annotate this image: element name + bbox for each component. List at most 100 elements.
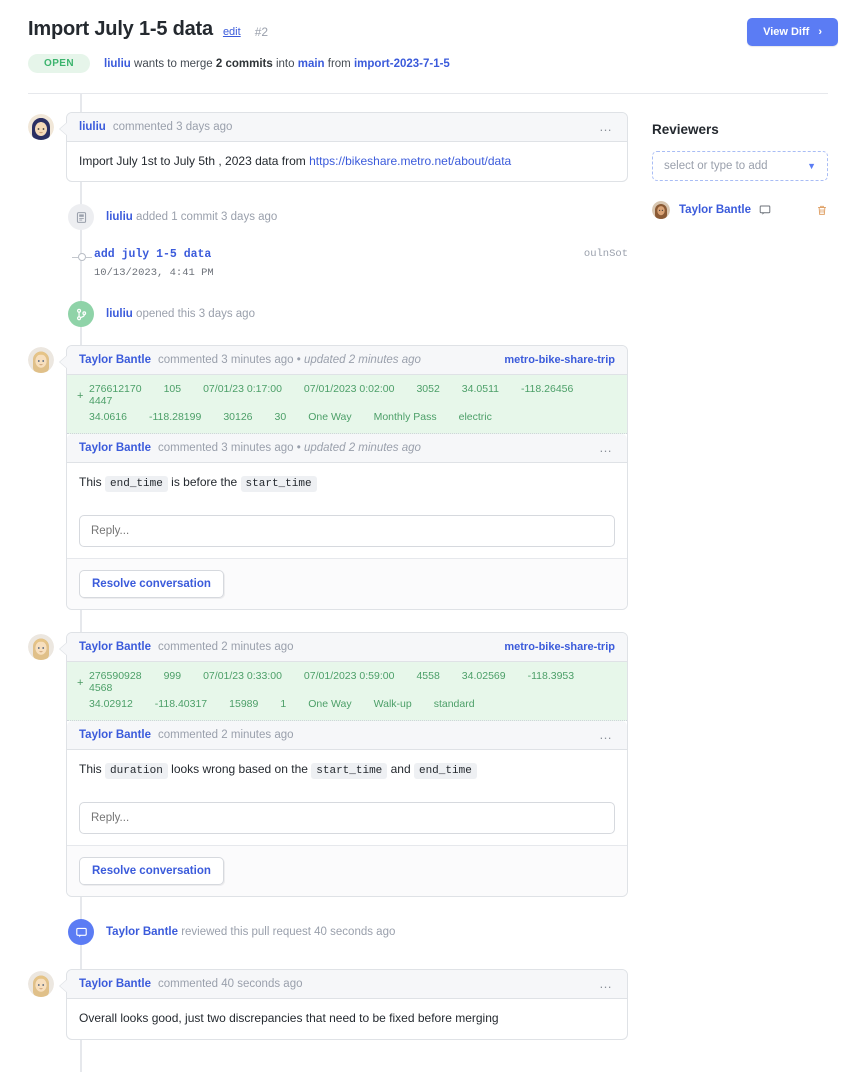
resolve-conversation-button[interactable]: Resolve conversation (79, 857, 224, 886)
diff-cell: -118.26456 (520, 383, 574, 396)
review-comment-timestamp-text: commented 2 minutes ago (158, 729, 294, 742)
commit-icon (68, 204, 94, 231)
reply-zone (67, 504, 627, 560)
event-row-reviewed: Taylor Bantle reviewed this pull request… (28, 919, 628, 946)
avatar (652, 201, 670, 219)
reply-input[interactable] (79, 802, 615, 835)
head-branch-link[interactable]: import-2023-7-1-5 (354, 58, 450, 70)
comment-bubble-icon[interactable] (759, 204, 771, 216)
review-comment-menu-button[interactable]: … (597, 441, 615, 454)
diff-cell: -118.28199 (148, 411, 202, 424)
diff-cell: 07/01/2023 0:59:00 (303, 670, 395, 683)
diff-cell: 4558 (416, 670, 440, 683)
diff-sign: + (77, 390, 84, 403)
diff-cell: electric (458, 411, 492, 424)
event-description: reviewed this pull request 40 seconds ag… (181, 926, 396, 939)
comment-header: Taylor Bantle commented 40 seconds ago … (67, 970, 627, 1000)
diff-line: 34.02912 -118.40317 15989 1 One Way Walk… (89, 696, 617, 712)
delete-reviewer-icon[interactable] (816, 204, 828, 217)
diff-cell: 34.02569 (461, 670, 506, 683)
review-thread: Taylor Bantle commented 3 minutes ago • … (28, 345, 628, 611)
edit-title-link[interactable]: edit (223, 26, 241, 38)
comment-header: liuliu commented 3 days ago … (67, 113, 627, 142)
merge-summary: liuliu wants to merge 2 commits into mai… (104, 58, 450, 70)
review-comment-timestamp: commented 3 minutes ago • updated 2 minu… (158, 442, 421, 454)
page-title: Import July 1-5 data (28, 18, 213, 40)
chevron-right-icon: › (818, 26, 822, 38)
base-branch-link[interactable]: main (298, 58, 325, 70)
review-comment-body: This end_time is before the start_time (67, 463, 627, 504)
review-comment-author[interactable]: Taylor Bantle (79, 729, 151, 741)
resolve-zone: Resolve conversation (67, 846, 627, 897)
review-timestamp: commented 3 minutes ago • updated 2 minu… (158, 354, 421, 366)
resolve-conversation-button[interactable]: Resolve conversation (79, 570, 224, 599)
event-description: added 1 commit 3 days ago (136, 211, 278, 224)
merge-commit-count: 2 commits (215, 57, 273, 70)
reviewer-name[interactable]: Taylor Bantle (679, 204, 751, 216)
branch-icon (68, 301, 94, 328)
event-row-commit: liuliu added 1 commit 3 days ago (28, 204, 628, 231)
review-comment-author[interactable]: Taylor Bantle (79, 442, 151, 454)
comment-link[interactable]: https://bikeshare.metro.net/about/data (309, 154, 511, 168)
merge-author[interactable]: liuliu (104, 58, 131, 70)
diff-cell: 30126 (223, 411, 253, 424)
reply-input[interactable] (79, 515, 615, 548)
commit-entry: add july 1-5 data 10/13/2023, 4:41 PM ou… (28, 248, 628, 279)
diff-cell: 07/01/23 0:17:00 (203, 383, 282, 396)
comment-card: Taylor Bantle commented 40 seconds ago …… (59, 969, 628, 1040)
diff-cell: 999 (163, 670, 182, 683)
event-text: liuliu opened this 3 days ago (106, 308, 255, 320)
view-diff-button[interactable]: View Diff › (747, 18, 838, 46)
diff-cell: 34.0616 (89, 411, 127, 424)
review-timestamp-text: commented 2 minutes ago (158, 641, 294, 654)
diff-filename-link[interactable]: metro-bike-share-trip (504, 641, 615, 653)
commit-message[interactable]: add july 1-5 data (94, 248, 214, 261)
comment-author[interactable]: liuliu (79, 121, 106, 133)
diff-cell: 4447 (89, 395, 113, 408)
comment-block: Taylor Bantle commented 40 seconds ago …… (28, 969, 628, 1040)
comment-author[interactable]: Taylor Bantle (79, 978, 151, 990)
comment-timestamp: commented 3 days ago (112, 121, 233, 133)
reply-zone (67, 791, 627, 847)
commit-main: add july 1-5 data 10/13/2023, 4:41 PM ou… (94, 248, 628, 279)
event-text: liuliu added 1 commit 3 days ago (106, 211, 277, 223)
comment-body: Import July 1st to July 5th , 2023 data … (67, 142, 627, 181)
review-thread: Taylor Bantle commented 2 minutes ago me… (28, 632, 628, 898)
review-comment-updated-text: updated 2 minutes ago (303, 442, 421, 455)
commit-sha[interactable]: oulnSot (584, 248, 628, 260)
add-reviewer-placeholder: select or type to add (664, 160, 768, 172)
review-comment-menu-button[interactable]: … (597, 728, 615, 741)
diff-sign: + (77, 677, 84, 690)
add-reviewer-select[interactable]: select or type to add ▼ (652, 151, 828, 181)
review-comment-header: Taylor Bantle commented 3 minutes ago • … (67, 434, 627, 464)
pr-meta-row: OPEN liuliu wants to merge 2 commits int… (28, 54, 828, 73)
diff-hunk: + 276590928 999 07/01/23 0:33:00 07/01/2… (67, 662, 627, 722)
code-span: start_time (311, 763, 388, 780)
diff-cell: 3052 (416, 383, 440, 396)
diff-cell: standard (433, 698, 475, 711)
review-timestamp: commented 2 minutes ago (158, 641, 294, 653)
title-row: Import July 1-5 data edit #2 (28, 18, 828, 40)
review-card: Taylor Bantle commented 2 minutes ago me… (59, 632, 628, 898)
code-span: end_time (413, 763, 477, 780)
diff-cell: 34.02912 (89, 698, 133, 711)
diff-line: 34.0616 -118.28199 30126 30 One Way Mont… (89, 409, 617, 425)
event-author[interactable]: Taylor Bantle (106, 926, 178, 938)
comment-menu-button[interactable]: … (597, 977, 615, 990)
status-badge: OPEN (28, 54, 90, 73)
comment-menu-button[interactable]: … (597, 120, 615, 133)
reviewer-list-item: Taylor Bantle (652, 201, 828, 219)
review-comment-timestamp-text: commented 3 minutes ago • (158, 442, 304, 455)
event-author[interactable]: liuliu (106, 308, 133, 320)
review-author[interactable]: Taylor Bantle (79, 354, 151, 366)
event-author[interactable]: liuliu (106, 211, 133, 223)
review-author[interactable]: Taylor Bantle (79, 641, 151, 653)
diff-cells: 276590928 999 07/01/23 0:33:00 07/01/202… (89, 668, 617, 712)
merge-from-word: from (327, 57, 351, 70)
code-span: duration (105, 763, 168, 780)
review-comment-text: This (79, 475, 106, 490)
diff-cell: One Way (308, 411, 352, 424)
event-description: opened this 3 days ago (136, 308, 255, 321)
diff-filename-link[interactable]: metro-bike-share-trip (504, 354, 615, 366)
code-span: start_time (240, 476, 317, 493)
